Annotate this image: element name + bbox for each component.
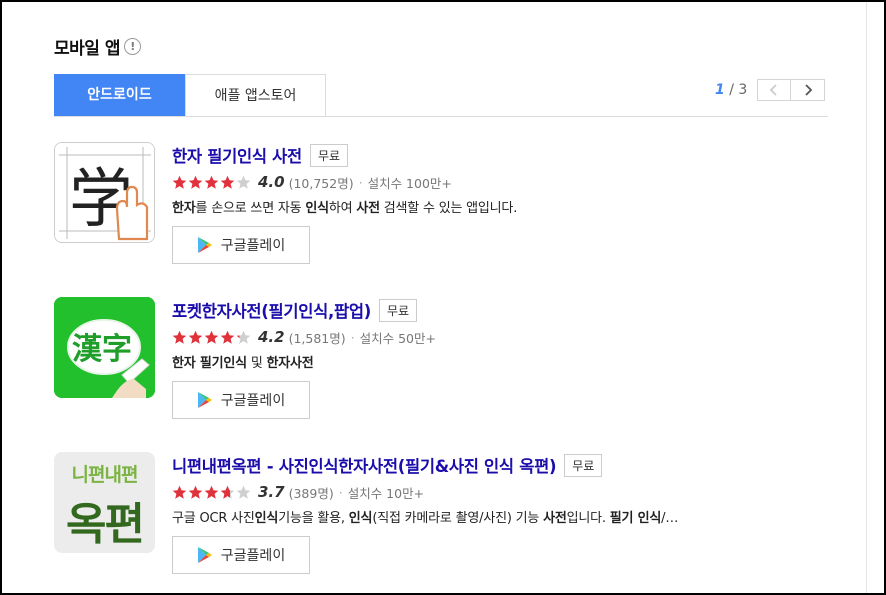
- okpyeon-icon[interactable]: 니편내편 옥편: [54, 452, 155, 553]
- desc-keyword: 사전: [543, 511, 567, 526]
- divider: [866, 2, 867, 593]
- app-info: 한자 필기인식 사전 무료 4.0 (10,752명) · 설치수 100만+ …: [172, 142, 832, 264]
- page-separator: /: [724, 82, 739, 98]
- google-play-label: 구글플레이: [220, 393, 286, 409]
- page-current: 1: [715, 82, 725, 98]
- star-icon: [188, 485, 203, 499]
- desc-text: 입니다.: [566, 511, 610, 526]
- star-icon: [236, 485, 251, 499]
- google-play-icon: [197, 392, 212, 408]
- desc-keyword: 필기 인식: [609, 511, 662, 526]
- chevron-left-icon: [770, 84, 777, 96]
- app-description: 한자 필기인식 및 한자사전: [172, 352, 822, 371]
- rating-row: 3.7 (389명) · 설치수 10만+: [172, 480, 832, 504]
- separator-dot: ·: [350, 329, 355, 345]
- store-tabs: 안드로이드 애플 앱스토어: [54, 74, 828, 117]
- star-icon: [204, 330, 219, 344]
- pager: 1 / 3: [715, 79, 826, 101]
- star-icon: [172, 175, 187, 189]
- star-rating: [172, 175, 252, 190]
- desc-keyword: 사전: [356, 201, 380, 216]
- desc-text: /…: [661, 511, 679, 526]
- icon-text-top: 니편내편: [71, 464, 139, 486]
- rating-score: 4.2: [258, 328, 285, 346]
- star-icon: [220, 485, 235, 499]
- chevron-right-icon: [805, 84, 813, 96]
- desc-text: 기능을 활용,: [278, 511, 349, 526]
- review-count: (10,752명): [288, 175, 354, 191]
- mobile-app-panel: 모바일 앱 ! 안드로이드 애플 앱스토어 1 / 3 学 한자 필기인식 사전…: [0, 0, 886, 595]
- app-title[interactable]: 한자 필기인식 사전: [172, 143, 302, 167]
- install-count: 설치수 50만+: [359, 330, 436, 346]
- star-icon: [236, 175, 251, 189]
- desc-text: 를 손으로 쓰면 자동: [195, 201, 306, 216]
- app-description: 한자를 손으로 쓰면 자동 인식하여 사전 검색할 수 있는 앱입니다.: [172, 197, 822, 216]
- desc-text: (직접 카메라로 촬영/사진) 기능: [372, 511, 544, 526]
- section-title: 모바일 앱 !: [54, 34, 141, 59]
- info-icon[interactable]: !: [123, 38, 141, 55]
- rating-row: 4.0 (10,752명) · 설치수 100만+: [172, 170, 832, 194]
- icon-text-bottom: 옥편: [66, 499, 145, 550]
- google-play-label: 구글플레이: [220, 548, 286, 564]
- rating-row: 4.2 (1,581명) · 설치수 50만+: [172, 325, 832, 349]
- desc-keyword: 한자: [172, 201, 196, 216]
- prev-page-button[interactable]: [757, 79, 792, 101]
- star-icon: [220, 175, 235, 189]
- google-play-button[interactable]: 구글플레이: [172, 226, 310, 264]
- next-page-button[interactable]: [791, 79, 826, 101]
- tab-android[interactable]: 안드로이드: [54, 74, 185, 116]
- install-count: 설치수 100만+: [367, 175, 452, 191]
- desc-keyword: 인식: [254, 511, 279, 526]
- separator-dot: ·: [338, 484, 343, 500]
- svg-text:漢字: 漢字: [72, 332, 132, 367]
- price-badge: 무료: [564, 453, 603, 477]
- star-rating: [172, 485, 252, 500]
- app-info: 니편내편옥편 - 사진인식한자사전(필기&사진 인식 옥편) 무료 3.7 (3…: [172, 452, 832, 574]
- app-description: 구글 OCR 사진인식기능을 활용, 인식(직접 카메라로 촬영/사진) 기능 …: [172, 507, 822, 526]
- google-play-icon: [197, 547, 212, 563]
- app-title[interactable]: 포켓한자사전(필기인식,팝업): [172, 298, 371, 322]
- rating-score: 4.0: [258, 173, 285, 191]
- hanja-hand-icon[interactable]: 学: [54, 142, 155, 243]
- google-play-label: 구글플레이: [220, 238, 286, 254]
- desc-keyword: 인식: [305, 201, 329, 216]
- star-icon: [188, 330, 203, 344]
- desc-text: 및: [246, 356, 267, 371]
- google-play-button[interactable]: 구글플레이: [172, 381, 310, 419]
- app-info: 포켓한자사전(필기인식,팝업) 무료 4.2 (1,581명) · 설치수 50…: [172, 297, 832, 419]
- desc-keyword: 한자 필기인식: [172, 356, 247, 371]
- desc-keyword: 인식: [348, 511, 373, 526]
- star-icon: [220, 330, 235, 344]
- star-icon: [188, 175, 203, 189]
- desc-keyword: 한자사전: [266, 356, 314, 371]
- section-title-text: 모바일 앱: [54, 39, 120, 59]
- google-play-button[interactable]: 구글플레이: [172, 536, 310, 574]
- review-count: (1,581명): [288, 330, 346, 346]
- google-play-icon: [197, 237, 212, 253]
- star-icon: [204, 485, 219, 499]
- desc-text: 하여: [328, 201, 357, 216]
- page-total: 3: [738, 82, 748, 98]
- app-title[interactable]: 니편내편옥편 - 사진인식한자사전(필기&사진 인식 옥편): [172, 453, 557, 477]
- price-badge: 무료: [309, 143, 349, 167]
- desc-text: 구글 OCR 사진: [172, 511, 255, 526]
- tab-apple-appstore[interactable]: 애플 앱스토어: [185, 74, 326, 116]
- price-badge: 무료: [379, 298, 418, 322]
- page-indicator: 1 / 3: [715, 82, 747, 98]
- star-icon: [172, 485, 187, 499]
- star-icon: [236, 330, 251, 344]
- review-count: (389명): [288, 485, 334, 501]
- separator-dot: ·: [358, 174, 363, 190]
- pocket-hanja-icon[interactable]: 漢字: [54, 297, 155, 398]
- star-rating: [172, 330, 252, 345]
- desc-text: 검색할 수 있는 앱입니다.: [379, 201, 518, 216]
- star-icon: [204, 175, 219, 189]
- install-count: 설치수 10만+: [347, 485, 425, 501]
- star-icon: [172, 330, 187, 344]
- rating-score: 3.7: [258, 483, 285, 501]
